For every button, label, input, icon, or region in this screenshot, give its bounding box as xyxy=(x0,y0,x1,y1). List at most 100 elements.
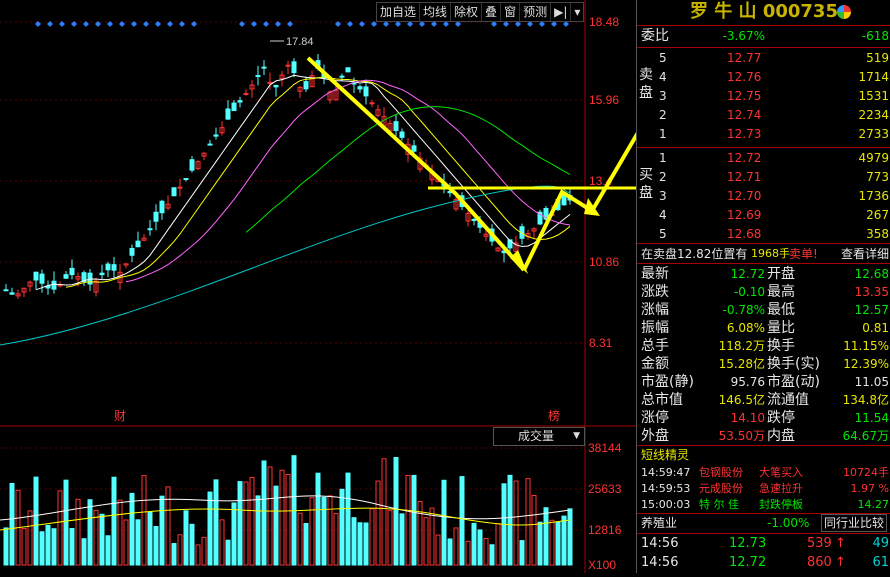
candle-body xyxy=(225,108,231,120)
volume-bar xyxy=(45,524,51,566)
buy-row[interactable]: 4 12.69 267 xyxy=(637,206,890,224)
window-button[interactable]: 窗 xyxy=(501,3,521,21)
buy-price: 12.68 xyxy=(727,227,762,241)
volume-bar xyxy=(357,522,363,566)
candle-body xyxy=(189,159,195,171)
buy-row[interactable]: 3 12.70 1736 xyxy=(637,187,890,205)
buy-price: 12.70 xyxy=(727,189,762,203)
sell-price: 12.73 xyxy=(727,127,762,141)
volume-bar xyxy=(561,515,567,566)
stat-row: 金额 15.28亿 换手(实) 12.39% xyxy=(637,355,890,373)
sell-volume: 1714 xyxy=(858,70,889,84)
color-wheel-icon[interactable] xyxy=(837,5,851,19)
industry-compare-button[interactable]: 同行业比较 xyxy=(821,514,888,532)
short-stock: 特 尔 佳 xyxy=(699,498,739,511)
volume-bar xyxy=(99,513,105,566)
sell-row[interactable]: 1 12.73 2733 xyxy=(637,125,890,143)
tick-volume: 860 xyxy=(807,555,832,570)
notice-qty: 1968手 xyxy=(751,247,790,260)
volume-bar xyxy=(3,527,9,566)
stat-row: 涨幅 -0.78% 最低 12.57 xyxy=(637,301,890,319)
weibi-val: -618 xyxy=(861,29,889,43)
stat-label: 市盈(静) xyxy=(641,374,694,390)
chevron-down-icon: ▼ xyxy=(573,431,580,441)
sell-volume: 1531 xyxy=(858,89,889,103)
candle-body xyxy=(51,280,57,290)
sell-row[interactable]: 5 12.77 519 xyxy=(637,49,890,67)
volume-bar xyxy=(39,531,45,566)
sell-level: 1 xyxy=(659,127,667,141)
stat-label: 金额 xyxy=(641,356,669,372)
stat-label: 市盈(动) xyxy=(767,374,820,390)
sell-volume: 2234 xyxy=(858,108,889,122)
up-arrow-icon: ↑ xyxy=(835,555,846,570)
kline-svg[interactable]: 18.4815.9613.410.868.31381442563312816X1… xyxy=(0,0,656,573)
volume-bar xyxy=(147,511,153,566)
candle-body xyxy=(147,228,153,231)
volume-bar xyxy=(363,522,369,566)
volume-bar xyxy=(225,539,231,566)
volume-bar xyxy=(489,544,495,566)
candle-body xyxy=(63,274,69,279)
tick-time: 14:56 xyxy=(641,536,679,551)
price-axis-label: 8.31 xyxy=(589,336,613,350)
stock-name: 罗 牛 山 xyxy=(690,1,757,22)
notice-row[interactable]: 在卖盘12.82位置有 1968手 卖单! 查看详细 xyxy=(637,245,890,263)
candle-body xyxy=(129,247,135,256)
kline-chart-area[interactable]: 18.48 15.96 13.4 10.86 8.31 38144 25633 12816 X1… xyxy=(0,0,656,573)
buy-level: 2 xyxy=(659,170,667,184)
stat-row: 最新 12.72 开盘 12.68 xyxy=(637,265,890,283)
volume-bar xyxy=(447,538,453,566)
stat-value: 6.08% xyxy=(726,321,765,335)
notice-pre: 在卖盘12.82位置有 xyxy=(641,247,748,261)
buy-row[interactable]: 5 12.68 358 xyxy=(637,225,890,243)
candle-body xyxy=(111,264,117,271)
buy-row[interactable]: 1 12.72 4979 xyxy=(637,149,890,167)
candle-body xyxy=(243,93,249,96)
short-title: 短线精灵 xyxy=(641,448,690,462)
buy-volume: 773 xyxy=(866,170,889,184)
candle-body xyxy=(237,100,243,103)
stat-value: 13.35 xyxy=(854,285,889,299)
volume-bar xyxy=(9,482,15,566)
buy-row[interactable]: 2 12.71 773 xyxy=(637,168,890,186)
volume-bar xyxy=(537,521,543,566)
chart-toolbar: 加自选 均线 除权 叠 窗 预测 ▶| ▾ xyxy=(376,2,585,22)
candle-body xyxy=(261,66,267,69)
price-axis-label: 10.86 xyxy=(589,255,619,269)
volume-bar xyxy=(477,529,483,566)
price-axis-label: 18.48 xyxy=(589,15,619,29)
sell-row[interactable]: 2 12.74 2234 xyxy=(637,106,890,124)
pin-arrow-icon[interactable]: ▶| xyxy=(551,3,572,21)
short-row[interactable]: 15:00:03 特 尔 佳 封跌停板 14.27 xyxy=(637,496,890,514)
volume-bar xyxy=(255,495,261,566)
overlay-button[interactable]: 叠 xyxy=(482,3,502,21)
buy-price: 12.69 xyxy=(727,208,762,222)
moving-average-button[interactable]: 均线 xyxy=(420,3,452,21)
volume-bar xyxy=(507,474,513,566)
stat-label: 涨幅 xyxy=(641,302,669,318)
sell-row[interactable]: 4 12.76 1714 xyxy=(637,68,890,86)
sell-row[interactable]: 3 12.75 1531 xyxy=(637,87,890,105)
ex-rights-button[interactable]: 除权 xyxy=(451,3,483,21)
candle-body xyxy=(285,64,291,67)
stat-row: 总市值 146.5亿 流通值 134.8亿 xyxy=(637,391,890,409)
notice-detail-link[interactable]: 查看详细 xyxy=(841,245,889,263)
stat-label: 开盘 xyxy=(767,266,795,282)
volume-bar xyxy=(411,474,417,566)
volume-indicator-select[interactable]: 成交量 ▼ xyxy=(493,427,585,446)
add-favorite-button[interactable]: 加自选 xyxy=(377,3,421,21)
short-value: 14.27 xyxy=(857,498,890,511)
volume-bar xyxy=(135,519,141,566)
forecast-button[interactable]: 预测 xyxy=(520,3,552,21)
tick-price: 12.73 xyxy=(729,536,767,551)
stat-label: 总市值 xyxy=(641,392,683,408)
stat-value: 12.68 xyxy=(854,267,889,281)
stat-label: 涨跌 xyxy=(641,284,669,300)
short-title-row: 短线精灵 xyxy=(637,446,890,464)
stat-row: 外盘 53.50万 内盘 64.67万 xyxy=(637,427,890,445)
sell-price: 12.75 xyxy=(727,89,762,103)
tick-count: 61 xyxy=(872,555,889,570)
dropdown-icon[interactable]: ▾ xyxy=(571,3,583,21)
stat-label: 外盘 xyxy=(641,428,669,444)
